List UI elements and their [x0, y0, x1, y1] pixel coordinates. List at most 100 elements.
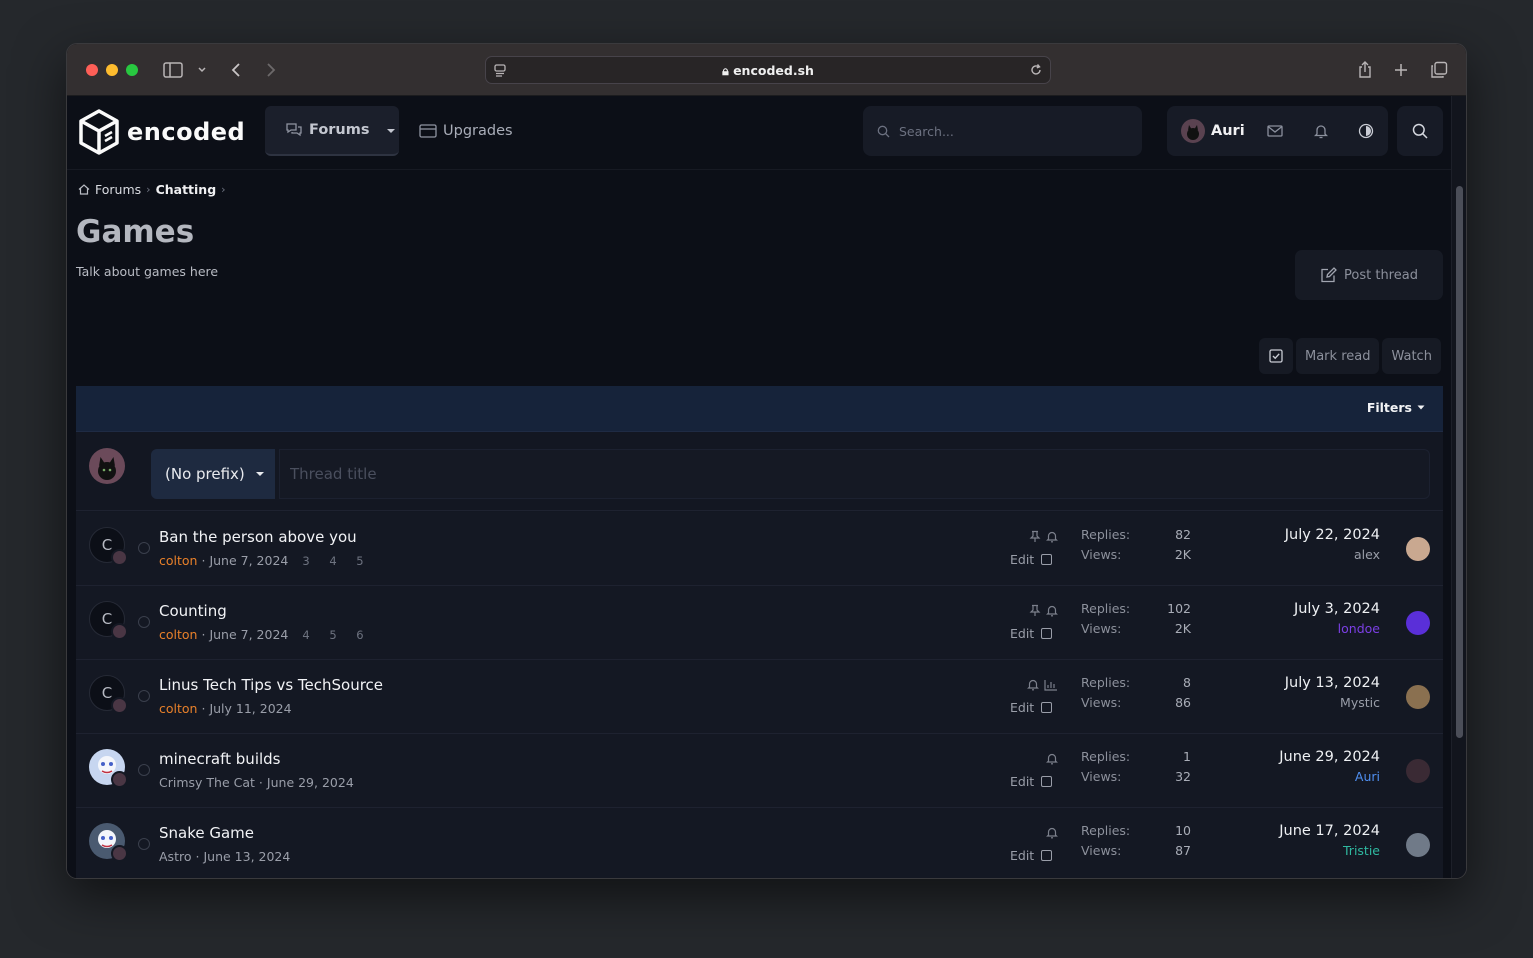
edit-label[interactable]: Edit — [1010, 552, 1034, 567]
nav-upgrades[interactable]: Upgrades — [419, 106, 513, 156]
thread-title[interactable]: Ban the person above you — [159, 528, 357, 546]
select-checkbox[interactable] — [1041, 628, 1053, 639]
edit-control[interactable]: Edit — [1010, 848, 1053, 863]
edit-label[interactable]: Edit — [1010, 848, 1034, 863]
new-tab-icon[interactable] — [1389, 58, 1413, 82]
search-button[interactable] — [1397, 106, 1443, 156]
bell-icon[interactable] — [1046, 528, 1058, 547]
unread-status-icon[interactable] — [138, 764, 150, 776]
thread-row[interactable]: C Counting colton · June 7, 2024 4 5 6 E… — [76, 586, 1443, 660]
avatar[interactable] — [111, 771, 128, 788]
avatar[interactable] — [1406, 611, 1430, 635]
edit-label[interactable]: Edit — [1010, 774, 1034, 789]
unread-status-icon[interactable] — [138, 690, 150, 702]
unread-status-icon[interactable] — [138, 838, 150, 850]
pin-icon[interactable] — [1029, 528, 1041, 547]
reload-icon[interactable] — [1024, 58, 1048, 82]
thread-pages[interactable]: 3 4 5 — [302, 554, 371, 568]
last-post-date[interactable]: July 13, 2024 — [1285, 675, 1380, 691]
thread-author[interactable]: colton — [159, 701, 197, 716]
pin-icon[interactable] — [1029, 602, 1041, 621]
mark-read-button[interactable]: Mark read — [1296, 338, 1380, 374]
avatar[interactable] — [111, 549, 128, 566]
avatar[interactable] — [111, 623, 128, 640]
last-post-user[interactable]: londoe — [1294, 621, 1380, 636]
unread-status-icon[interactable] — [138, 542, 150, 554]
edit-control[interactable]: Edit — [1010, 700, 1053, 715]
watch-button[interactable]: Watch — [1382, 338, 1441, 374]
close-window-button[interactable] — [86, 64, 98, 76]
avatar[interactable] — [111, 697, 128, 714]
poll-icon[interactable] — [1044, 676, 1058, 695]
last-post-user[interactable]: Tristie — [1279, 843, 1380, 858]
user-name[interactable]: Auri — [1211, 123, 1245, 139]
thread-title[interactable]: Linus Tech Tips vs TechSource — [159, 676, 383, 694]
caret-down-icon[interactable] — [386, 122, 396, 138]
thread-row[interactable]: Snake Game Astro · June 13, 2024 Edit Re… — [76, 808, 1443, 878]
select-checkbox[interactable] — [1041, 554, 1053, 565]
forward-icon[interactable] — [259, 58, 283, 82]
thread-author[interactable]: colton — [159, 627, 197, 642]
user-menu[interactable]: Auri — [1167, 106, 1388, 156]
thread-title[interactable]: Counting — [159, 602, 227, 620]
bell-icon[interactable] — [1046, 602, 1058, 621]
thread-row[interactable]: C Ban the person above you colton · June… — [76, 512, 1443, 586]
minimize-window-button[interactable] — [106, 64, 118, 76]
share-icon[interactable] — [1353, 58, 1377, 82]
avatar[interactable] — [89, 448, 125, 484]
thread-title-input[interactable] — [279, 449, 1430, 499]
last-post-user[interactable]: Auri — [1279, 769, 1380, 784]
bell-icon[interactable] — [1027, 676, 1039, 695]
thread-author[interactable]: Crimsy The Cat — [159, 775, 255, 790]
avatar[interactable] — [1406, 685, 1430, 709]
last-post-date[interactable]: June 29, 2024 — [1279, 749, 1380, 765]
bell-icon[interactable] — [1046, 824, 1058, 843]
url-bar[interactable]: 🔒︎ encoded.sh — [485, 56, 1051, 84]
edit-label[interactable]: Edit — [1010, 626, 1034, 641]
mail-icon[interactable] — [1265, 121, 1285, 141]
search-field[interactable]: Search... — [863, 106, 1142, 156]
thread-author[interactable]: Astro — [159, 849, 191, 864]
thread-row[interactable]: C Linus Tech Tips vs TechSource colton ·… — [76, 660, 1443, 734]
thread-title[interactable]: minecraft builds — [159, 750, 281, 768]
thread-author[interactable]: colton — [159, 553, 197, 568]
theme-toggle-icon[interactable] — [1356, 121, 1376, 141]
last-post-date[interactable]: July 22, 2024 — [1285, 527, 1380, 543]
bell-icon[interactable] — [1311, 121, 1331, 141]
avatar[interactable] — [1181, 119, 1205, 143]
select-checkbox[interactable] — [1041, 850, 1053, 861]
prefix-dropdown[interactable]: (No prefix) — [151, 449, 275, 499]
chevron-down-icon[interactable] — [190, 58, 214, 82]
last-post-user[interactable]: alex — [1285, 547, 1380, 562]
last-post-user[interactable]: Mystic — [1285, 695, 1380, 710]
breadcrumb-forums[interactable]: Forums — [95, 182, 141, 197]
home-icon[interactable] — [78, 184, 90, 195]
site-logo[interactable]: encoded — [77, 106, 245, 158]
scrollbar[interactable] — [1451, 96, 1466, 878]
avatar[interactable] — [1406, 537, 1430, 561]
avatar[interactable] — [111, 845, 128, 862]
scrollbar-thumb[interactable] — [1456, 186, 1463, 738]
sidebar-toggle-icon[interactable] — [161, 58, 185, 82]
select-all-button[interactable] — [1259, 338, 1293, 374]
avatar[interactable] — [1406, 759, 1430, 783]
last-post-date[interactable]: June 17, 2024 — [1279, 823, 1380, 839]
back-icon[interactable] — [224, 58, 248, 82]
thread-pages[interactable]: 4 5 6 — [302, 628, 371, 642]
maximize-window-button[interactable] — [126, 64, 138, 76]
edit-control[interactable]: Edit — [1010, 774, 1053, 789]
nav-forums[interactable]: Forums — [265, 106, 399, 156]
post-thread-button[interactable]: Post thread — [1295, 250, 1443, 300]
thread-title[interactable]: Snake Game — [159, 824, 254, 842]
select-checkbox[interactable] — [1041, 702, 1053, 713]
breadcrumb-chatting[interactable]: Chatting — [156, 182, 217, 197]
edit-control[interactable]: Edit — [1010, 626, 1053, 641]
avatar[interactable] — [1406, 833, 1430, 857]
select-checkbox[interactable] — [1041, 776, 1053, 787]
edit-control[interactable]: Edit — [1010, 552, 1053, 567]
edit-label[interactable]: Edit — [1010, 700, 1034, 715]
filters-button[interactable]: Filters — [1367, 400, 1425, 415]
bell-icon[interactable] — [1046, 750, 1058, 769]
thread-row[interactable]: minecraft builds Crimsy The Cat · June 2… — [76, 734, 1443, 808]
tab-overview-icon[interactable] — [1427, 58, 1451, 82]
